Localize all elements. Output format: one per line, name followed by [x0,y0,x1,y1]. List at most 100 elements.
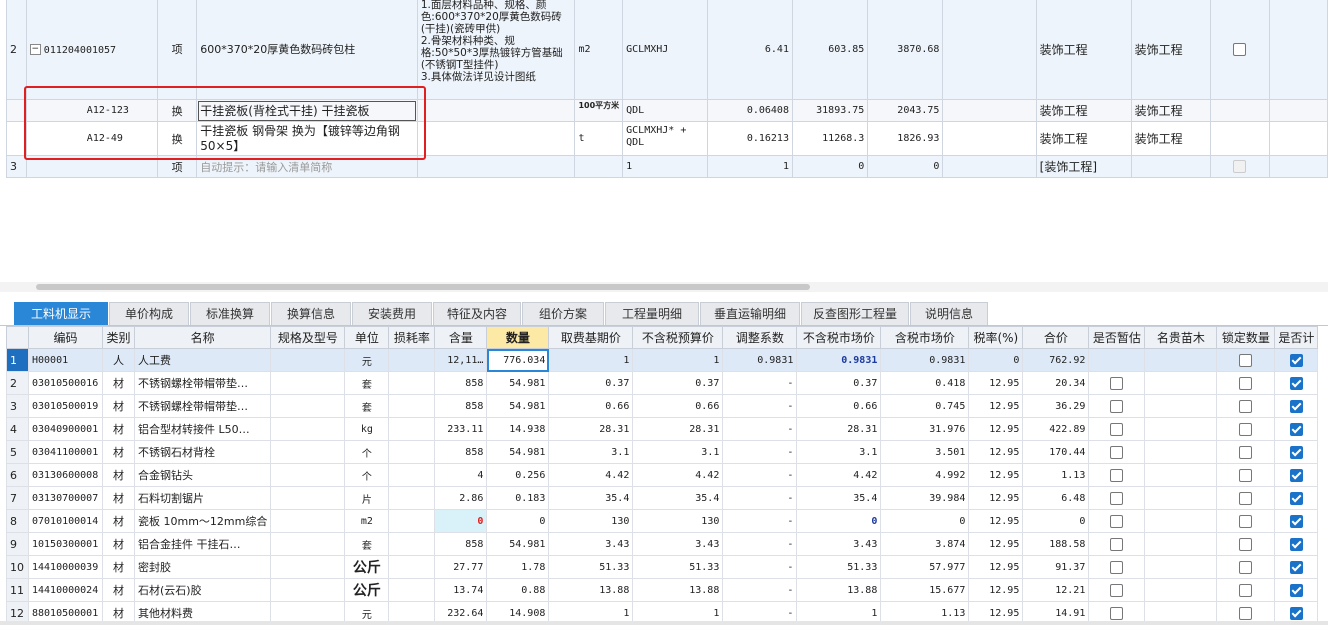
cell-损耗率[interactable] [388,417,436,441]
checkbox-cell[interactable] [1216,601,1276,621]
quota-unit[interactable]: 100平方米 [574,99,624,122]
cell-类别[interactable]: 材 [102,555,135,579]
resource-row[interactable]: 8 07010100014 材瓷板 10mm～12mm综合 m2 0 0 130 130-0 0… [6,509,1319,533]
tab-9[interactable]: 反查图形工程量 [801,302,909,325]
tab-8[interactable]: 垂直运输明细 [700,302,800,325]
cell-名称[interactable]: 铝合型材转接件 L50… [133,417,272,441]
checkbox-cell[interactable] [1216,555,1276,579]
column-header-4[interactable]: 规格及型号 [270,326,346,349]
cell-损耗率[interactable] [388,440,436,464]
cell-合价[interactable]: 422.89 [1022,417,1090,441]
checkbox[interactable] [1289,514,1303,528]
cell-名贵苗木[interactable] [1144,509,1218,533]
checkbox-cell[interactable] [1274,371,1319,395]
cell-名贵苗木[interactable] [1144,394,1218,418]
checkbox-cell[interactable] [1274,463,1319,487]
cell-含税市场价[interactable]: 0.9831 [880,348,970,372]
cell-含量[interactable]: 27.77 [434,555,488,579]
cell-名贵苗木[interactable] [1144,601,1218,621]
cell-合价[interactable]: 188.58 [1022,532,1090,556]
cell-数量[interactable]: 54.981 [486,532,550,556]
cell-编码[interactable]: 03130600008 [28,463,103,487]
cell-不含税市场价[interactable]: 1 [796,601,882,621]
checkbox[interactable] [1239,560,1253,574]
checkbox[interactable] [1110,514,1124,528]
cell-不含税市场价[interactable]: 4.42 [796,463,882,487]
cell-不含税市场价[interactable]: 0 [796,509,882,533]
checkbox[interactable] [1239,583,1253,597]
cell-损耗率[interactable] [388,532,436,556]
cell-含税市场价[interactable]: 4.992 [880,463,970,487]
checkbox[interactable] [1289,583,1303,597]
cell-规格及型号[interactable] [270,463,346,487]
quota-row[interactable]: A12-123 换 干挂瓷板(背栓式干挂) 干挂瓷板 100平方米 QDL 0.… [6,99,1328,122]
resource-row[interactable]: 2 03010500016 材不锈钢螺栓带帽带垫… 套 858 54.981 0.37 0.3… [6,371,1319,395]
cell-不含税预算价[interactable]: 0.37 [632,371,724,395]
cell-名贵苗木[interactable] [1144,417,1218,441]
cell-调整系数[interactable]: - [722,578,798,602]
cell-类别[interactable]: 材 [102,578,135,602]
cell-名称[interactable]: 铝合金挂件 干挂石… [133,532,272,556]
cell-税率(%)[interactable]: 12.95 [968,601,1024,621]
quota-row[interactable]: A12-49 换 干挂瓷板 钢骨架 换为【镀锌等边角钢 50×5】 t GCLM… [6,121,1328,156]
checkbox[interactable] [1239,491,1253,505]
cell-取费基期价[interactable]: 13.88 [548,578,634,602]
checkbox-cell[interactable] [1216,532,1276,556]
cell-数量[interactable]: 1.78 [486,555,550,579]
checkbox[interactable] [1289,445,1303,459]
cell-含量[interactable]: 858 [434,532,488,556]
cell-取费基期价[interactable]: 130 [548,509,634,533]
cell-税率(%)[interactable]: 0 [968,348,1024,372]
quota-category-2[interactable]: 装饰工程 [1130,99,1211,122]
cell-调整系数[interactable]: - [722,532,798,556]
cell-合价[interactable]: 1.13 [1022,463,1090,487]
tab-1[interactable]: 单价构成 [109,302,189,325]
column-header-8[interactable]: 数量 [486,326,550,349]
cell-合价[interactable]: 20.34 [1022,371,1090,395]
quota-name[interactable]: 干挂瓷板 钢骨架 换为【镀锌等边角钢 50×5】 [196,121,418,156]
checkbox-cell[interactable] [1216,394,1276,418]
item-expr[interactable]: 1 [622,155,709,178]
cell-调整系数[interactable]: - [722,371,798,395]
cell-单位[interactable]: 套 [344,371,390,395]
quota-code[interactable]: A12-123 [25,99,158,122]
cell-含量[interactable]: 232.64 [434,601,488,621]
cell-规格及型号[interactable] [270,509,346,533]
cell-损耗率[interactable] [388,601,436,621]
cell-损耗率[interactable] [388,348,436,372]
resource-row[interactable]: 7 03130700007 材石料切割锯片片 2.86 0.183 35.4 35.4-35… [6,486,1319,510]
checkbox[interactable] [1289,468,1303,482]
item-expr[interactable]: GCLMXHJ [622,0,709,100]
cell-数量[interactable]: 0.88 [486,578,550,602]
checkbox[interactable] [1110,491,1124,505]
cell-名称[interactable]: 瓷板 10mm～12mm综合 [133,509,272,533]
cell-不含税预算价[interactable]: 28.31 [632,417,724,441]
cell-类别[interactable]: 材 [102,486,135,510]
item-category[interactable]: 装饰工程 [1035,0,1132,100]
cell-类别[interactable]: 人 [102,348,135,372]
cell-规格及型号[interactable] [270,578,346,602]
scrollbar-thumb[interactable] [36,284,810,290]
checkbox[interactable] [1239,537,1253,551]
cell-数量[interactable]: 54.981 [486,440,550,464]
checkbox-cell[interactable] [1216,348,1276,372]
checkbox[interactable] [1110,537,1124,551]
cell-单位[interactable]: 套 [344,532,390,556]
checkbox-cell[interactable] [1088,555,1146,579]
cell-不含税预算价[interactable]: 1 [632,348,724,372]
cell-规格及型号[interactable] [270,486,346,510]
quota-category-2[interactable]: 装饰工程 [1130,121,1211,156]
bottom-scrollbar[interactable] [0,621,1328,625]
tab-7[interactable]: 工程量明细 [605,302,699,325]
column-header-7[interactable]: 含量 [434,326,488,349]
cell-规格及型号[interactable] [270,440,346,464]
cell-单位[interactable]: m2 [344,509,390,533]
cell-损耗率[interactable] [388,371,436,395]
checkbox[interactable] [1110,422,1124,436]
cell-单位[interactable]: 套 [344,394,390,418]
checkbox[interactable] [1239,376,1253,390]
item-checkbox-cell[interactable] [1209,155,1270,178]
cell-调整系数[interactable]: - [722,394,798,418]
cell-单位[interactable]: 元 [344,348,390,372]
cell-不含税预算价[interactable]: 13.88 [632,578,724,602]
